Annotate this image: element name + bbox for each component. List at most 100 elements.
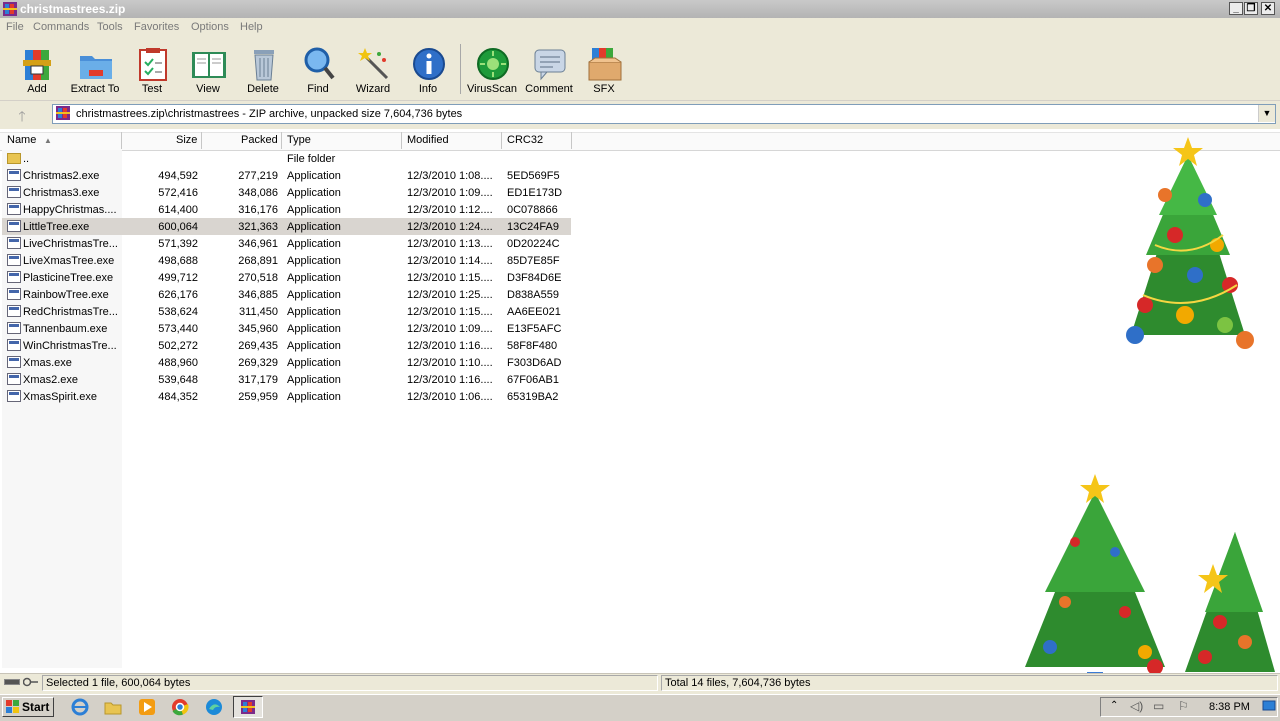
minimize-button[interactable]: _: [1229, 2, 1243, 15]
file-size: 488,960: [158, 357, 198, 369]
file-crc32: D838A559: [507, 289, 559, 301]
maximize-button[interactable]: ❐: [1244, 2, 1258, 15]
file-row[interactable]: RainbowTree.exe 626,176 346,885 Application…: [2, 286, 571, 303]
menu-options[interactable]: Options: [191, 21, 229, 33]
key-icon: [22, 677, 39, 687]
column-divider[interactable]: [501, 132, 502, 149]
tray-expand-icon[interactable]: ⌃: [1110, 700, 1118, 711]
file-row[interactable]: RedChristmasTre... 538,624 311,450 Applicat…: [2, 303, 571, 320]
show-desktop-icon[interactable]: [1262, 699, 1276, 713]
file-size: 498,688: [158, 255, 198, 267]
address-dropdown-icon[interactable]: ▼: [1258, 105, 1275, 122]
file-row[interactable]: Christmas3.exe 572,416 348,086 Application 1…: [2, 184, 571, 201]
column-crc32[interactable]: CRC32: [507, 134, 543, 148]
file-row[interactable]: LiveXmasTree.exe 498,688 268,891 Applicatio…: [2, 252, 571, 269]
file-row[interactable]: Xmas.exe 488,960 269,329 Application 12/3/20…: [2, 354, 571, 371]
file-packed-size: 316,176: [238, 204, 278, 216]
application-file-icon: [7, 305, 21, 317]
file-type: Application: [287, 289, 341, 301]
file-row[interactable]: WinChristmasTre... 502,272 269,435 Applicat…: [2, 337, 571, 354]
file-row[interactable]: LiveChristmasTre... 571,392 346,961 Applica…: [2, 235, 571, 252]
file-row[interactable]: HappyChristmas.... 614,400 316,176 Applicat…: [2, 201, 571, 218]
sfx-box-icon: [588, 46, 622, 82]
view-button[interactable]: View: [180, 42, 236, 98]
column-modified[interactable]: Modified: [407, 134, 449, 148]
file-modified: 12/3/2010 1:06....: [407, 391, 493, 403]
menu-favorites[interactable]: Favorites: [134, 21, 179, 33]
file-name: Christmas3.exe: [23, 187, 100, 199]
file-row[interactable]: Xmas2.exe 539,648 317,179 Application 12/3/2…: [2, 371, 571, 388]
file-type: Application: [287, 306, 341, 318]
file-packed-size: 321,363: [238, 221, 278, 233]
test-button[interactable]: Test: [124, 42, 180, 98]
column-size[interactable]: Size: [176, 134, 197, 148]
file-packed-size: 277,219: [238, 170, 278, 182]
file-crc32: 67F06AB1: [507, 374, 559, 386]
file-row[interactable]: Christmas2.exe 494,592 277,219 Application 1…: [2, 167, 571, 184]
file-modified: 12/3/2010 1:16....: [407, 374, 493, 386]
close-button[interactable]: ✕: [1261, 2, 1275, 15]
network-icon[interactable]: ▭: [1153, 699, 1164, 713]
column-divider[interactable]: [201, 132, 202, 149]
media-player-icon[interactable]: [138, 698, 156, 716]
file-name: Christmas2.exe: [23, 170, 100, 182]
file-type: Application: [287, 204, 341, 216]
file-row[interactable]: PlasticineTree.exe 499,712 270,518 Applicat…: [2, 269, 571, 286]
column-divider[interactable]: [121, 132, 122, 149]
file-packed-size: 346,961: [238, 238, 278, 250]
winrar-icon: [241, 700, 255, 714]
extract-to-button[interactable]: Extract To: [67, 42, 123, 98]
find-button[interactable]: Find: [290, 42, 346, 98]
column-packed[interactable]: Packed: [241, 134, 278, 148]
extract-to-label: Extract To: [70, 83, 120, 95]
column-name[interactable]: Name: [7, 134, 36, 148]
column-divider[interactable]: [571, 132, 572, 149]
add-button[interactable]: Add: [9, 42, 65, 98]
delete-button[interactable]: Delete: [235, 42, 291, 98]
info-button[interactable]: Info: [400, 42, 456, 98]
taskbar: [0, 694, 1280, 721]
menu-commands[interactable]: Commands: [33, 21, 89, 33]
menu-tools[interactable]: Tools: [97, 21, 123, 33]
internet-explorer-icon[interactable]: [71, 698, 89, 716]
file-packed-size: 268,891: [238, 255, 278, 267]
start-button[interactable]: Start: [2, 697, 54, 717]
menu-help[interactable]: Help: [240, 21, 263, 33]
file-type: Application: [287, 238, 341, 250]
wizard-button[interactable]: Wizard: [345, 42, 401, 98]
comment-button[interactable]: Comment: [521, 42, 577, 98]
up-one-level-icon[interactable]: 🡑: [12, 106, 32, 124]
file-name: RainbowTree.exe: [23, 289, 109, 301]
file-modified: 12/3/2010 1:15....: [407, 306, 493, 318]
winrar-taskbar-button[interactable]: [233, 696, 263, 718]
parent-folder-row[interactable]: .. File folder: [2, 150, 571, 167]
file-size: 626,176: [158, 289, 198, 301]
volume-icon[interactable]: ◁): [1130, 699, 1143, 713]
file-type: Application: [287, 255, 341, 267]
drive-icon: [4, 677, 20, 687]
action-center-flag-icon[interactable]: ⚐: [1178, 699, 1189, 713]
column-type[interactable]: Type: [287, 134, 311, 148]
file-row[interactable]: LittleTree.exe 600,064 321,363 Application 1…: [2, 218, 571, 235]
file-type: Application: [287, 170, 341, 182]
file-explorer-icon[interactable]: [104, 698, 122, 716]
menu-file[interactable]: File: [6, 21, 24, 33]
file-packed-size: 259,959: [238, 391, 278, 403]
folder-icon: [7, 153, 21, 164]
edge-icon[interactable]: [205, 698, 223, 716]
delete-label: Delete: [247, 83, 279, 95]
sfx-button[interactable]: SFX: [576, 42, 632, 98]
column-divider[interactable]: [281, 132, 282, 149]
chrome-icon[interactable]: [171, 698, 189, 716]
virusscan-button[interactable]: VirusScan: [464, 42, 520, 98]
system-tray: [1100, 697, 1278, 717]
title-bar[interactable]: christmastrees.zip _ ❐ ✕: [0, 0, 1280, 18]
file-size: 573,440: [158, 323, 198, 335]
file-row[interactable]: Tannenbaum.exe 573,440 345,960 Application 1…: [2, 320, 571, 337]
application-file-icon: [7, 237, 21, 249]
column-divider[interactable]: [401, 132, 402, 149]
application-file-icon: [7, 271, 21, 283]
file-row[interactable]: XmasSpirit.exe 484,352 259,959 Application 1…: [2, 388, 571, 405]
file-modified: 12/3/2010 1:13....: [407, 238, 493, 250]
file-size: 571,392: [158, 238, 198, 250]
